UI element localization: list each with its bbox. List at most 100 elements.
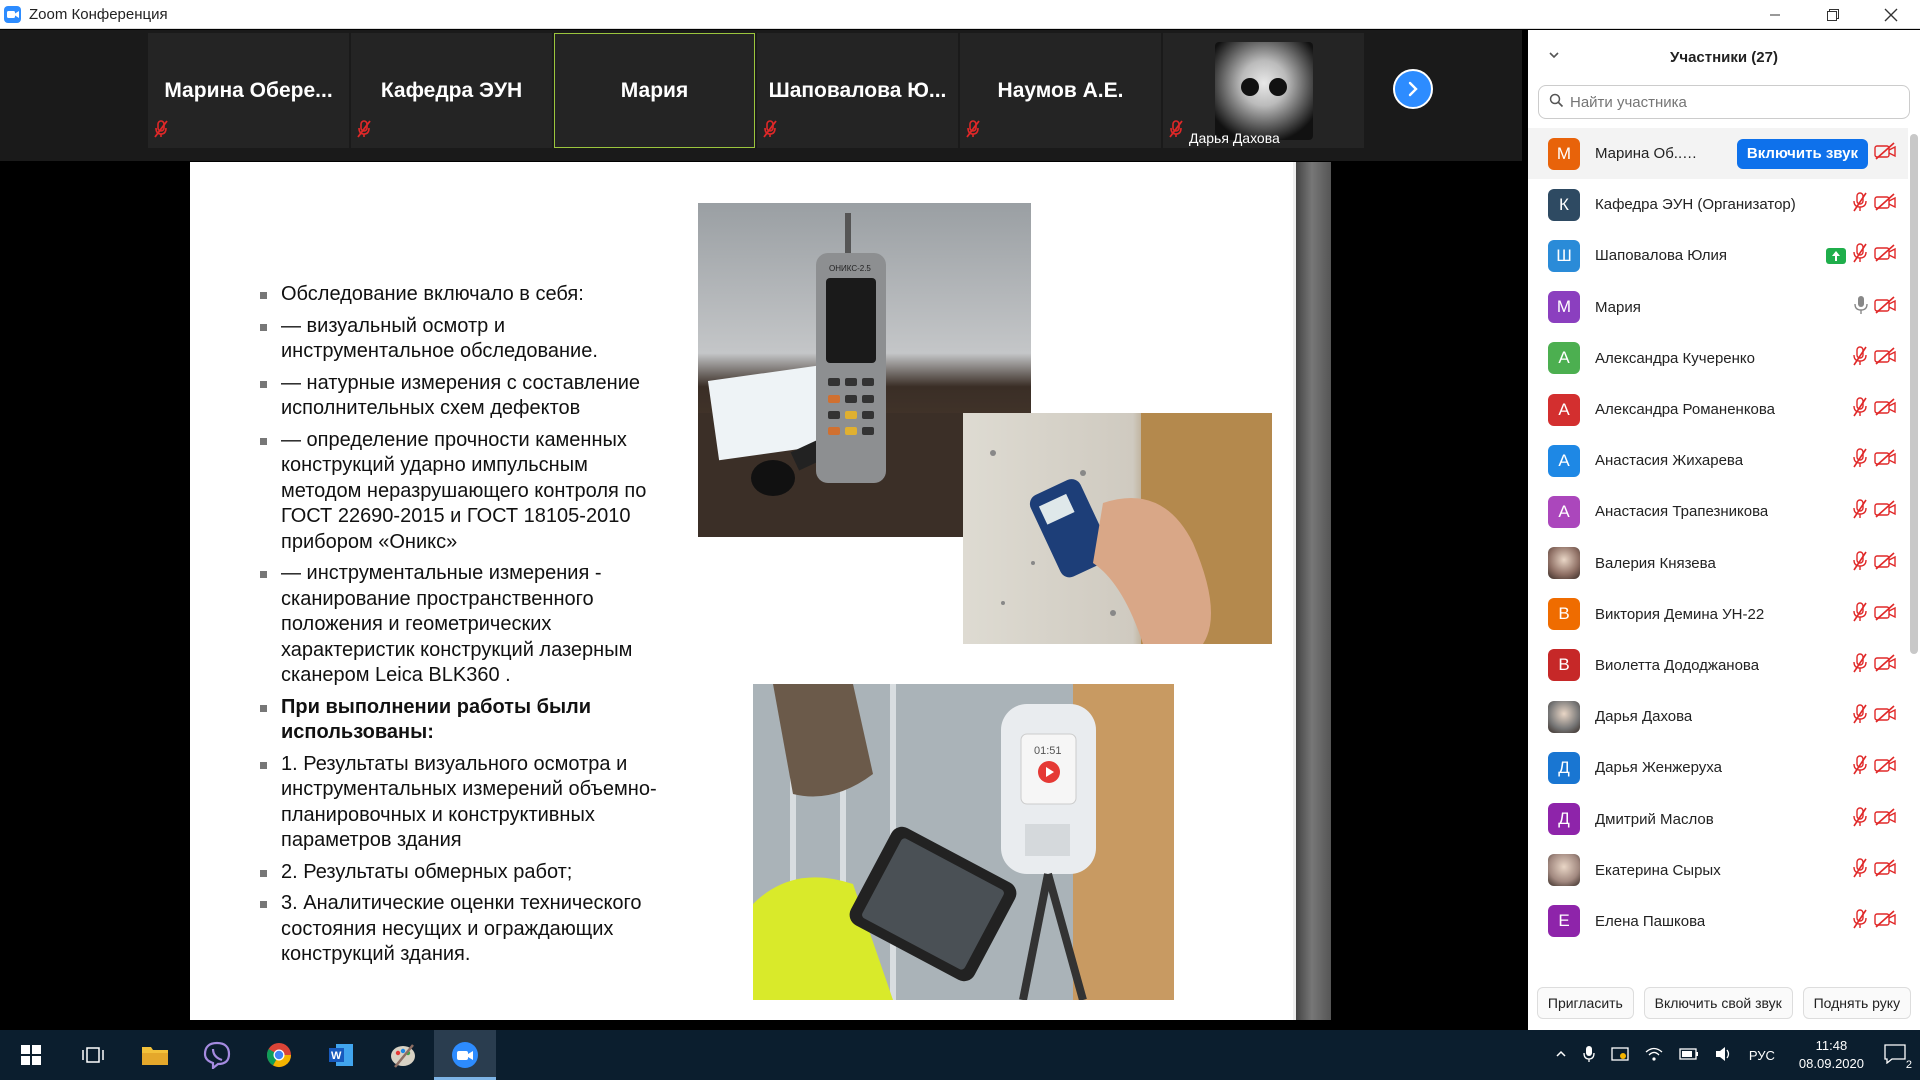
system-tray: РУС 11:48 08.09.2020 2 — [1547, 1030, 1920, 1080]
microphone-icon[interactable] — [1583, 1045, 1595, 1066]
participant-row[interactable]: М Мария — [1528, 282, 1908, 333]
participant-search[interactable] — [1538, 85, 1910, 119]
slide-bullet: 1. Результаты визуального осмотра и инст… — [260, 752, 670, 854]
search-input[interactable] — [1570, 93, 1890, 111]
participant-row[interactable]: Екатерина Сырых — [1528, 845, 1908, 896]
camera-off-icon — [1874, 347, 1896, 370]
mic-muted-icon — [1169, 120, 1183, 144]
video-tile[interactable]: Дарья Дахова — [1163, 33, 1364, 148]
participant-row[interactable]: Д Дмитрий Маслов — [1528, 793, 1908, 844]
participant-row[interactable]: Дарья Дахова — [1528, 691, 1908, 742]
slide-bullet-heading: При выполнении работы были использованы: — [260, 695, 670, 746]
mic-muted-icon — [1852, 909, 1868, 934]
participants-panel: Участники (27) М Марина Об... (Я) Включить… — [1528, 30, 1920, 1030]
participant-name: Кафедра ЭУН (Организатор) — [1595, 196, 1796, 214]
tile-name: Наумов А.Е. — [997, 78, 1124, 102]
avatar-photo — [1548, 700, 1580, 733]
profile-picture-skull — [1214, 41, 1313, 140]
tile-name: Мария — [620, 78, 689, 102]
zoom-icon[interactable] — [434, 1030, 496, 1080]
participant-row[interactable]: А Анастасия Трапезникова — [1528, 486, 1908, 537]
participant-name: Елена Пашкова — [1595, 912, 1706, 930]
windows-start-icon[interactable] — [0, 1030, 62, 1080]
participant-row[interactable]: Валерия Князева — [1528, 538, 1908, 589]
task-view-icon[interactable] — [62, 1030, 124, 1080]
mic-muted-icon — [1852, 653, 1868, 678]
photo-leica-scanner: 01:51 — [753, 684, 1174, 1000]
camera-off-icon — [1874, 142, 1896, 165]
video-tile[interactable]: Шаповалова Ю... — [757, 33, 958, 148]
chevron-down-icon[interactable] — [1548, 48, 1560, 64]
participant-name: Валерия Князева — [1595, 554, 1716, 572]
chrome-icon[interactable] — [248, 1030, 310, 1080]
slide-bullet-list: Обследование включало в себя: — визуальн… — [260, 282, 670, 974]
viber-icon[interactable] — [186, 1030, 248, 1080]
avatar: М — [1548, 137, 1580, 170]
unmute-me-button[interactable]: Включить свой звук — [1643, 987, 1793, 1019]
participant-row[interactable]: А Александра Кучеренко — [1528, 333, 1908, 384]
participant-name: Шаповалова Юлия — [1595, 247, 1728, 265]
minimize-icon[interactable] — [1746, 0, 1804, 29]
slide-bullet: — визуальный осмотр и инструментальное о… — [260, 314, 670, 365]
security-icon[interactable] — [1611, 1046, 1629, 1065]
camera-off-icon — [1874, 910, 1896, 933]
camera-off-icon — [1874, 449, 1896, 472]
participant-row[interactable]: Е Елена Пашкова — [1528, 896, 1908, 947]
restore-icon[interactable] — [1804, 0, 1862, 29]
clock[interactable]: 11:48 08.09.2020 — [1799, 1037, 1864, 1073]
mic-muted-icon — [966, 120, 980, 144]
mic-muted-icon — [1852, 755, 1868, 780]
scanner-timer-text: 01:51 — [1034, 745, 1062, 757]
participants-footer: Пригласить Включить свой звук Поднять ру… — [1528, 980, 1920, 1026]
notification-icon[interactable]: 2 — [1884, 1043, 1912, 1071]
camera-off-icon — [1874, 654, 1896, 677]
video-tile[interactable]: Наумов А.Е. — [960, 33, 1161, 148]
participant-name: Дарья Женжеруха — [1595, 759, 1722, 777]
video-tile[interactable]: Кафедра ЭУН — [351, 33, 552, 148]
avatar: Д — [1548, 751, 1580, 784]
paint-icon[interactable] — [372, 1030, 434, 1080]
participant-row[interactable]: А Анастасия Жихарева — [1528, 435, 1908, 486]
avatar: М — [1548, 291, 1580, 324]
slide-edge-decoration — [1293, 162, 1331, 1020]
close-icon[interactable] — [1862, 0, 1920, 29]
mic-muted-icon — [1852, 704, 1868, 729]
participant-row[interactable]: Д Дарья Женжеруха — [1528, 742, 1908, 793]
camera-off-icon — [1874, 807, 1896, 831]
mic-muted-icon — [1852, 602, 1868, 627]
unmute-button[interactable]: Включить звук — [1736, 138, 1868, 169]
avatar: А — [1548, 444, 1580, 477]
avatar: Д — [1548, 803, 1580, 836]
chevron-up-icon[interactable] — [1555, 1048, 1567, 1063]
input-language[interactable]: РУС — [1749, 1048, 1775, 1063]
device-brand-text: ОНИКС-2.5 — [829, 264, 871, 273]
mic-muted-icon — [154, 120, 168, 144]
participant-name: Дарья Дахова — [1595, 708, 1693, 726]
chevron-right-icon[interactable] — [1393, 69, 1433, 109]
slide-bullet: 2. Результаты обмерных работ; — [260, 860, 670, 886]
participant-name: Виолетта Дододжанова — [1595, 656, 1760, 674]
participant-name: Марина Об... (Я) — [1595, 145, 1699, 163]
file-explorer-icon[interactable] — [124, 1030, 186, 1080]
avatar: А — [1548, 393, 1580, 426]
participant-row[interactable]: Ш Шаповалова Юлия — [1528, 230, 1908, 281]
shared-screen-slide: Обследование включало в себя: — визуальн… — [190, 162, 1294, 1020]
volume-icon[interactable] — [1715, 1046, 1733, 1065]
participant-list-scrollbar[interactable] — [1910, 134, 1918, 654]
video-tile-active-speaker[interactable]: Мария — [554, 33, 755, 148]
participant-row[interactable]: М Марина Об... (Я) Включить звук — [1528, 128, 1908, 180]
battery-icon[interactable] — [1679, 1047, 1699, 1063]
participant-row[interactable]: А Александра Романенкова — [1528, 384, 1908, 435]
invite-button[interactable]: Пригласить — [1536, 987, 1634, 1019]
participant-row[interactable]: К Кафедра ЭУН (Организатор) — [1528, 179, 1908, 230]
word-icon[interactable]: W — [310, 1030, 372, 1080]
participant-row[interactable]: В Виктория Демина УН-22 — [1528, 589, 1908, 640]
video-tile[interactable]: Марина Обере... — [148, 33, 349, 148]
participant-row[interactable]: В Виолетта Дододжанова — [1528, 640, 1908, 691]
participant-name: Мария — [1595, 298, 1641, 316]
participant-name: Виктория Демина УН-22 — [1595, 605, 1765, 623]
camera-off-icon — [1874, 296, 1896, 319]
raise-hand-button[interactable]: Поднять руку — [1802, 987, 1912, 1019]
wifi-icon[interactable] — [1645, 1046, 1663, 1065]
svg-text:W: W — [331, 1050, 342, 1062]
